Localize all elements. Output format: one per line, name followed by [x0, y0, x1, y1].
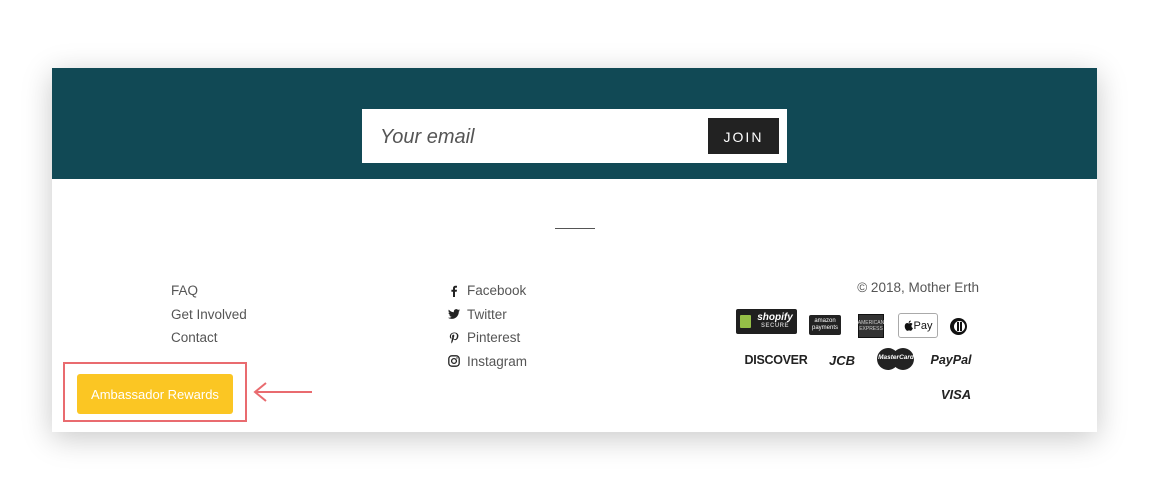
instagram-icon — [448, 355, 460, 368]
social-label: Pinterest — [467, 330, 521, 346]
social-label: Instagram — [467, 353, 528, 369]
mastercard-icon: MasterCard — [876, 347, 916, 372]
footer-links: FAQ Get Involved Contact — [171, 279, 247, 350]
pinterest-icon — [448, 332, 460, 344]
copyright-text: © 2018, Mother Erth — [857, 280, 979, 295]
footer-link-faq[interactable]: FAQ — [171, 279, 247, 303]
shopify-secure-icon: shopify SECURE — [736, 309, 797, 334]
paypal-icon: PayPal — [930, 353, 972, 367]
email-input[interactable] — [378, 118, 692, 156]
twitter-icon — [448, 308, 460, 320]
social-link-pinterest[interactable]: Pinterest — [448, 326, 527, 350]
apple-pay-icon: Pay — [898, 313, 938, 338]
jcb-icon: JCB — [828, 352, 855, 368]
footer-link-get-involved[interactable]: Get Involved — [171, 303, 247, 327]
footer-link-contact[interactable]: Contact — [171, 326, 247, 350]
newsletter-section: JOIN — [52, 68, 1097, 179]
social-label: Twitter — [467, 306, 507, 322]
ambassador-rewards-button[interactable]: Ambassador Rewards — [77, 374, 233, 414]
social-links: Facebook Twitter Pinterest Instagram — [448, 279, 527, 373]
divider — [555, 228, 595, 229]
social-label: Facebook — [467, 283, 527, 299]
facebook-icon — [448, 285, 460, 297]
amazon-payments-icon: amazon payments — [809, 315, 841, 335]
american-express-icon: AMERICAN EXPRESS — [858, 314, 884, 338]
diners-club-icon — [950, 318, 972, 335]
arrow-left-icon — [253, 382, 312, 402]
visa-icon: VISA — [940, 386, 972, 402]
newsletter-form: JOIN — [362, 109, 787, 163]
discover-icon: DISCOVER — [744, 353, 808, 367]
social-link-instagram[interactable]: Instagram — [448, 350, 527, 374]
social-link-facebook[interactable]: Facebook — [448, 279, 527, 303]
social-link-twitter[interactable]: Twitter — [448, 303, 527, 327]
join-button[interactable]: JOIN — [708, 118, 779, 154]
